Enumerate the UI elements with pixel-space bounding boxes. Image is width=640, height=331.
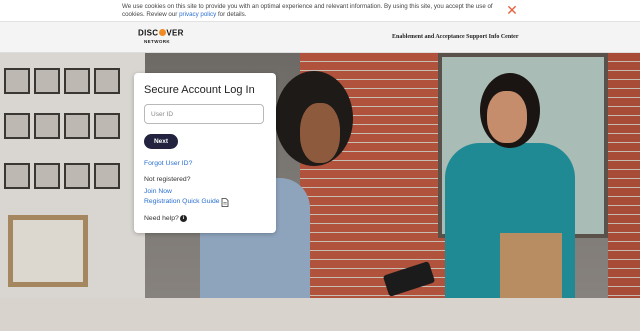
login-card: Secure Account Log In Next Forgot User I…: [134, 73, 276, 233]
wall-frame: [94, 68, 120, 94]
wall-frame: [64, 68, 90, 94]
wall-background: [0, 53, 145, 331]
wall-frame: [94, 163, 120, 189]
wall-frame: [64, 163, 90, 189]
join-now-link[interactable]: Join Now: [144, 188, 172, 195]
wall-frame: [64, 113, 90, 139]
next-button[interactable]: Next: [144, 134, 178, 149]
logo-dot-icon: [158, 29, 166, 36]
header-title: Enablement and Acceptance Support Info C…: [392, 34, 519, 40]
wall-frame: [34, 68, 60, 94]
wall-frame: [4, 163, 30, 189]
cookie-banner: We use cookies on this site to provide y…: [0, 0, 640, 22]
hero-image: [0, 53, 640, 331]
not-registered-text: Not registered?: [144, 176, 191, 183]
document-icon[interactable]: [221, 198, 229, 207]
login-title: Secure Account Log In: [144, 84, 255, 96]
merchant-face: [487, 91, 527, 143]
wall-frame: [4, 68, 30, 94]
bird-picture-frame: [8, 215, 88, 287]
wall-frame: [34, 113, 60, 139]
info-icon[interactable]: i: [180, 215, 187, 222]
discover-network-logo[interactable]: DISC VER NETWORK: [138, 29, 184, 44]
brick-wall-right: [608, 53, 640, 331]
need-help-text: Need help?: [144, 215, 179, 222]
wall-frame: [94, 113, 120, 139]
wall-frame: [34, 163, 60, 189]
cookie-message: We use cookies on this site to provide y…: [122, 3, 493, 18]
customer-face: [300, 103, 340, 163]
wall-frame: [4, 113, 30, 139]
registration-guide-link[interactable]: Registration Quick Guide: [144, 198, 220, 205]
logo-subtitle: NETWORK: [144, 38, 171, 44]
close-icon[interactable]: ✕: [505, 3, 519, 17]
user-id-input[interactable]: [144, 104, 264, 124]
site-header: DISC VER NETWORK Enablement and Acceptanc…: [0, 22, 640, 53]
privacy-policy-link[interactable]: privacy policy: [179, 11, 216, 18]
shop-counter: [0, 298, 640, 331]
forgot-user-id-link[interactable]: Forgot User ID?: [144, 160, 192, 167]
